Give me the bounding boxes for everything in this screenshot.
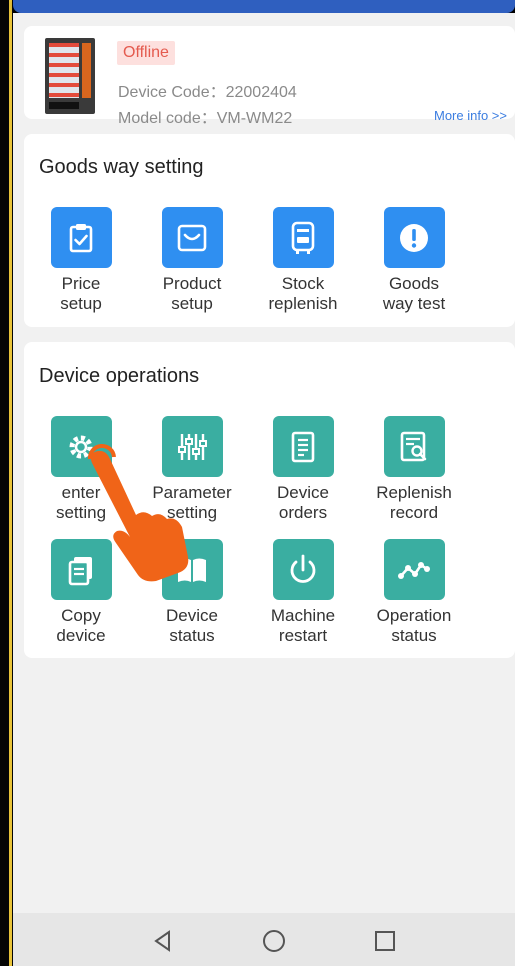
section-title: Goods way setting — [39, 156, 204, 178]
back-triangle-icon[interactable] — [149, 927, 177, 955]
copy-device-button[interactable]: Copy device — [27, 539, 135, 646]
tile-label: Stock replenish — [268, 274, 338, 313]
section-title: Device operations — [39, 365, 200, 387]
tile-label: Product setup — [162, 274, 222, 313]
device-operations-section: Device operations enter setting Paramete… — [24, 342, 515, 658]
product-setup-button[interactable]: Product setup — [138, 207, 246, 314]
tile-label: Operation status — [376, 606, 452, 645]
app-screen: Offline Device Code：22002404 Model code：… — [13, 13, 515, 966]
home-circle-icon[interactable] — [260, 927, 288, 955]
tile-label: Machine restart — [270, 606, 336, 645]
device-info-card[interactable]: Offline Device Code：22002404 Model code：… — [24, 26, 515, 127]
power-icon — [272, 539, 334, 600]
product-box-icon — [161, 207, 223, 268]
tile-label: Price setup — [60, 274, 102, 313]
tile-label: enter setting — [55, 483, 107, 522]
model-code: Model code：VM-WM22 — [118, 110, 293, 127]
machine-restart-button[interactable]: Machine restart — [249, 539, 357, 646]
gear-icon — [50, 416, 112, 477]
document-icon — [272, 416, 334, 477]
vending-unit-icon — [272, 207, 334, 268]
record-search-icon — [383, 416, 445, 477]
tile-label: Goods way test — [382, 274, 446, 313]
exclamation-icon — [383, 207, 445, 268]
device-status-button[interactable]: Device status — [138, 539, 246, 646]
more-info-link[interactable]: More info >> — [434, 108, 507, 123]
tile-label: Parameter setting — [152, 483, 232, 522]
sliders-icon — [161, 416, 223, 477]
clipboard-check-icon — [50, 207, 112, 268]
device-orders-button[interactable]: Device orders — [249, 416, 357, 523]
book-icon — [161, 539, 223, 600]
recents-square-icon[interactable] — [371, 927, 399, 955]
goods-way-section: Goods way setting Price setup Product se… — [24, 134, 515, 327]
app-header — [13, 0, 515, 13]
tile-label: Device orders — [277, 483, 329, 522]
parameter-setting-button[interactable]: Parameter setting — [138, 416, 246, 523]
device-code: Device Code：22002404 — [118, 84, 297, 101]
vending-machine-image — [45, 38, 95, 114]
stock-replenish-button[interactable]: Stock replenish — [249, 207, 357, 314]
tile-label: Replenish record — [376, 483, 452, 522]
system-nav-bar — [13, 913, 515, 966]
tile-label: Device status — [166, 606, 218, 645]
copy-icon — [50, 539, 112, 600]
enter-setting-button[interactable]: enter setting — [27, 416, 135, 523]
replenish-record-button[interactable]: Replenish record — [360, 416, 468, 523]
operation-status-button[interactable]: Operation status — [360, 539, 468, 646]
status-badge: Offline — [117, 41, 175, 65]
bezel-stripe — [9, 0, 12, 966]
tile-label: Copy device — [56, 606, 106, 645]
device-bezel — [0, 0, 13, 966]
line-graph-icon — [383, 539, 445, 600]
price-setup-button[interactable]: Price setup — [27, 207, 135, 314]
goods-way-test-button[interactable]: Goods way test — [360, 207, 468, 314]
